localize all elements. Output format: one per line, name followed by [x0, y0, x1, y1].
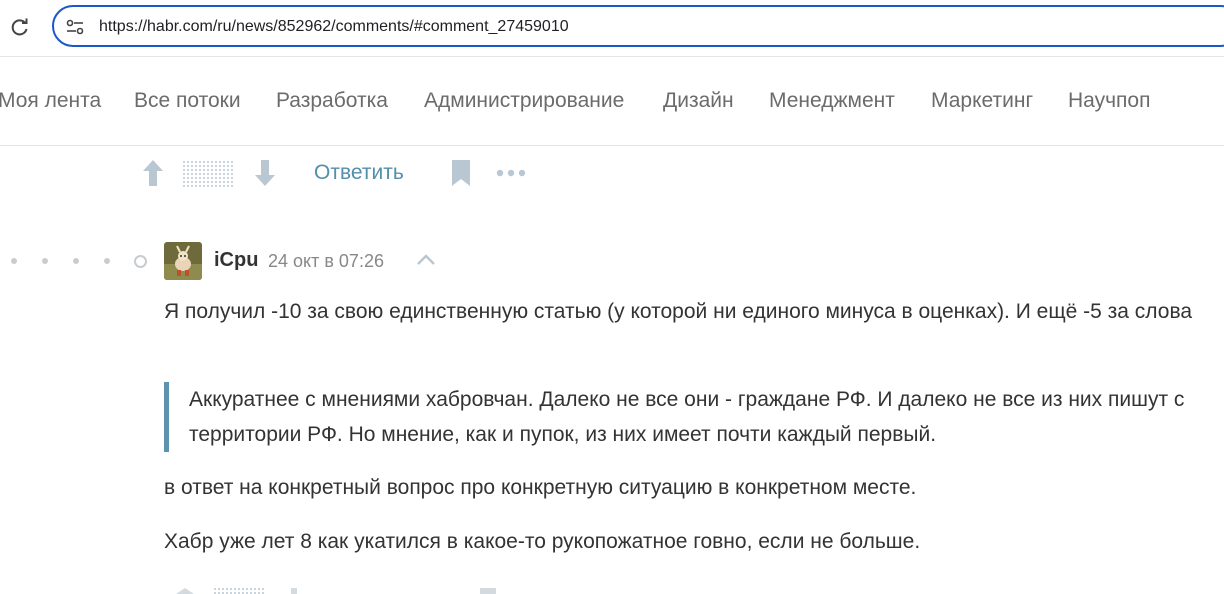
avatar[interactable] [164, 242, 202, 280]
comment-actions [168, 584, 508, 594]
downvote-icon[interactable] [254, 159, 276, 187]
upvote-icon[interactable] [176, 588, 194, 594]
comment-actions: Ответить [140, 155, 560, 195]
thread-dot[interactable] [104, 258, 110, 264]
thread-dot-current[interactable] [134, 255, 147, 268]
rating-hidden-icon [214, 588, 264, 594]
downvote-icon[interactable] [290, 588, 298, 594]
chevron-up-icon[interactable] [416, 252, 436, 266]
comment-paragraph: в ответ на конкретный вопрос про конкрет… [164, 476, 917, 499]
comment-time[interactable]: 24 окт в 07:26 [268, 251, 384, 272]
comment-paragraph: Хабр уже лет 8 как укатился в какое-то р… [164, 530, 921, 553]
thread-dot[interactable] [11, 258, 17, 264]
bookmark-icon[interactable] [450, 159, 472, 187]
reply-link[interactable]: Ответить [314, 161, 404, 185]
rating-hidden-icon [183, 161, 233, 187]
address-bar[interactable]: https://habr.com/ru/news/852962/comments… [52, 5, 1224, 47]
upvote-icon[interactable] [142, 159, 164, 187]
url-text[interactable]: https://habr.com/ru/news/852962/comments… [99, 18, 569, 36]
nav-item-marketing[interactable]: Маркетинг [931, 89, 1033, 113]
hub-navigation: Моя лента Все потоки Разработка Админист… [0, 57, 1224, 145]
thread-dot[interactable] [73, 258, 79, 264]
comment-quote: Аккуратнее с мнениями хабровчан. Далеко … [164, 382, 1194, 452]
nav-item-management[interactable]: Менеджмент [769, 89, 895, 113]
nav-item-all-streams[interactable]: Все потоки [134, 89, 241, 113]
nav-item-my-feed[interactable]: Моя лента [0, 89, 101, 113]
more-options-icon[interactable] [496, 169, 526, 177]
thread-depth-indicator[interactable] [8, 252, 148, 270]
browser-toolbar: https://habr.com/ru/news/852962/comments… [0, 0, 1224, 56]
nav-item-design[interactable]: Дизайн [663, 89, 734, 113]
comment-author[interactable]: iCpu [214, 249, 258, 272]
reload-icon[interactable] [10, 17, 30, 37]
nav-item-administration[interactable]: Администрирование [424, 89, 624, 113]
nav-divider [0, 145, 1224, 146]
nav-item-popsci[interactable]: Научпоп [1068, 89, 1150, 113]
nav-item-development[interactable]: Разработка [276, 89, 388, 113]
site-settings-icon[interactable] [66, 18, 84, 36]
bookmark-icon[interactable] [478, 588, 498, 594]
comment-paragraph: Я получил -10 за свою единственную стать… [164, 300, 1193, 323]
thread-dot[interactable] [42, 258, 48, 264]
